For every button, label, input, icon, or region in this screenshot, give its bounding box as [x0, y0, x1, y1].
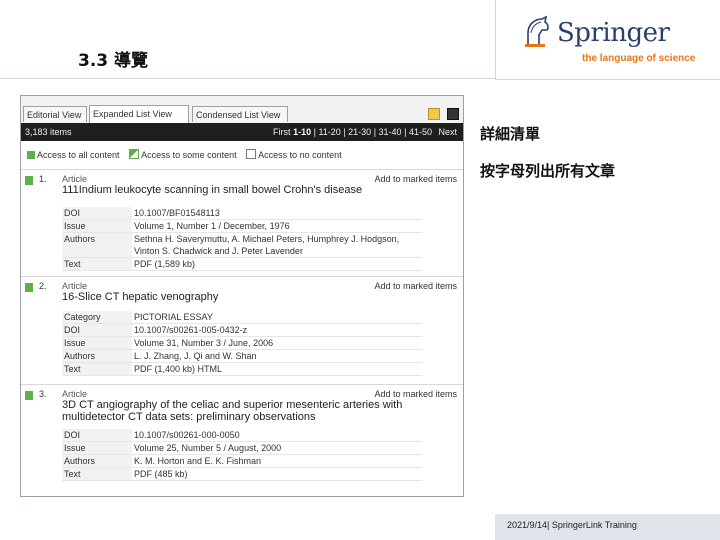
meta-row: Authors K. M. Horton and E. K. Fishman [62, 454, 422, 468]
meta-value[interactable]: PDF (485 kb) [132, 467, 422, 481]
meta-key: DOI [62, 207, 132, 220]
result-title-link[interactable]: 16-Slice CT hepatic venography [62, 291, 422, 303]
meta-value: 10.1007/s00261-000-0050 [132, 429, 422, 442]
meta-key: Issue [62, 441, 132, 455]
meta-key: DOI [62, 323, 132, 337]
meta-value: Sethna H. Saverymuttu, A. Michael Peters… [132, 232, 422, 258]
full-access-icon [27, 151, 35, 159]
result-title-link[interactable]: 111Indium leukocyte scanning in small bo… [62, 184, 422, 196]
springer-wordmark: Springer [557, 18, 670, 48]
email-icon[interactable] [427, 108, 440, 120]
result-item: 2. Article Add to marked items 16-Slice … [21, 276, 463, 381]
meta-row: Text PDF (1,400 kb) HTML [62, 362, 422, 376]
page-next-link[interactable]: Next [438, 127, 457, 137]
meta-row: Issue Volume 1, Number 1 / December, 1976 [62, 219, 422, 233]
page-link[interactable]: 11-20 [318, 127, 340, 137]
result-title-link[interactable]: 3D CT angiography of the celiac and supe… [62, 399, 422, 423]
add-to-marked-link[interactable]: Add to marked items [374, 281, 457, 291]
meta-row: Issue Volume 25, Number 5 / August, 2000 [62, 441, 422, 455]
page-first-link[interactable]: First [273, 127, 291, 137]
page-link[interactable]: 31-40 [379, 127, 402, 137]
result-number: 2. [39, 281, 47, 291]
save-icon[interactable] [447, 108, 459, 120]
meta-value: Volume 1, Number 1 / December, 1976 [132, 219, 422, 233]
result-number: 1. [39, 174, 47, 184]
page-current: 1-10 [293, 127, 312, 137]
meta-value: K. M. Horton and E. K. Fishman [132, 454, 422, 468]
result-item: 3. Article Add to marked items 3D CT ang… [21, 384, 463, 496]
access-indicator-icon [25, 176, 33, 185]
meta-key: Text [62, 257, 132, 271]
meta-key: Issue [62, 336, 132, 350]
legend-all: Access to all content [27, 150, 120, 160]
access-legend: Access to all content Access to some con… [27, 149, 349, 160]
note-alphabetical-articles: 按字母列出所有文章 [480, 162, 616, 180]
add-to-marked-link[interactable]: Add to marked items [374, 174, 457, 184]
meta-row: Text PDF (1,589 kb) [62, 257, 422, 271]
result-metadata: DOI 10.1007/BF01548113 Issue Volume 1, Num… [62, 207, 422, 271]
partial-access-icon [129, 149, 140, 159]
add-to-marked-link[interactable]: Add to marked items [374, 389, 457, 399]
meta-row: Issue Volume 31, Number 3 / June, 2006 [62, 336, 422, 350]
view-tabs: Editorial View Expanded List View Conden… [21, 96, 463, 123]
meta-key: Issue [62, 219, 132, 233]
meta-value: 10.1007/BF01548113 [132, 207, 422, 220]
legend-none: Access to no content [246, 149, 342, 160]
result-type: Article [62, 174, 88, 184]
pagination: First 1-10 | 11-20 | 21-30 | 31-40 | 41-… [273, 127, 457, 137]
tab-expanded-list-view[interactable]: Expanded List View [89, 105, 189, 123]
result-metadata: DOI 10.1007/s00261-000-0050 Issue Volume 2… [62, 429, 422, 481]
meta-row: Authors L. J. Zhang, J. Qi and W. Shan [62, 349, 422, 363]
meta-value[interactable]: PDF (1,400 kb) HTML [132, 362, 422, 376]
results-toolbar: 3,183 items First 1-10 | 11-20 | 21-30 |… [21, 123, 463, 141]
result-number: 3. [39, 389, 47, 399]
legend-some: Access to some content [129, 149, 237, 160]
tab-condensed-list-view[interactable]: Condensed List View [192, 106, 288, 122]
meta-value[interactable]: PDF (1,589 kb) [132, 257, 422, 271]
page-link[interactable]: 41-50 [409, 127, 432, 137]
access-indicator-icon [25, 391, 33, 400]
springer-tagline: the language of science [582, 53, 696, 64]
meta-value: PICTORIAL ESSAY [132, 311, 422, 324]
result-count: 3,183 items [25, 127, 72, 137]
result-type: Article [62, 389, 88, 399]
meta-key: Category [62, 311, 132, 324]
page-link[interactable]: 21-30 [348, 127, 371, 137]
springerlink-screenshot: Editorial View Expanded List View Conden… [20, 95, 464, 497]
meta-row: Text PDF (485 kb) [62, 467, 422, 481]
access-indicator-icon [25, 283, 33, 292]
meta-row: DOI 10.1007/s00261-000-0050 [62, 429, 422, 442]
meta-row: Category PICTORIAL ESSAY [62, 311, 422, 324]
result-metadata: Category PICTORIAL ESSAY DOI 10.1007/s0026… [62, 311, 422, 376]
meta-key: DOI [62, 429, 132, 442]
meta-row: Authors Sethna H. Saverymuttu, A. Michael… [62, 232, 422, 258]
meta-key: Text [62, 362, 132, 376]
slide-title: 3.3 導覽 [78, 51, 149, 71]
meta-value: 10.1007/s00261-005-0432-z [132, 323, 422, 337]
no-access-icon [246, 149, 257, 159]
meta-row: DOI 10.1007/BF01548113 [62, 207, 422, 220]
meta-key: Authors [62, 349, 132, 363]
footer-text: 2021/9/14| SpringerLink Training [507, 520, 637, 530]
meta-key: Text [62, 467, 132, 481]
meta-value: Volume 31, Number 3 / June, 2006 [132, 336, 422, 350]
meta-key: Authors [62, 454, 132, 468]
meta-key: Authors [62, 232, 132, 258]
result-item: 1. Article Add to marked items 111Indium… [21, 169, 463, 274]
header-rule [0, 78, 496, 79]
meta-value: L. J. Zhang, J. Qi and W. Shan [132, 349, 422, 363]
meta-value: Volume 25, Number 5 / August, 2000 [132, 441, 422, 455]
springer-horse-icon [525, 15, 549, 47]
result-type: Article [62, 281, 88, 291]
tab-editorial-view[interactable]: Editorial View [23, 106, 87, 122]
meta-row: DOI 10.1007/s00261-005-0432-z [62, 323, 422, 337]
slide-footer: 2021/9/14| SpringerLink Training [495, 514, 720, 540]
note-detailed-list: 詳細清單 [480, 125, 541, 143]
